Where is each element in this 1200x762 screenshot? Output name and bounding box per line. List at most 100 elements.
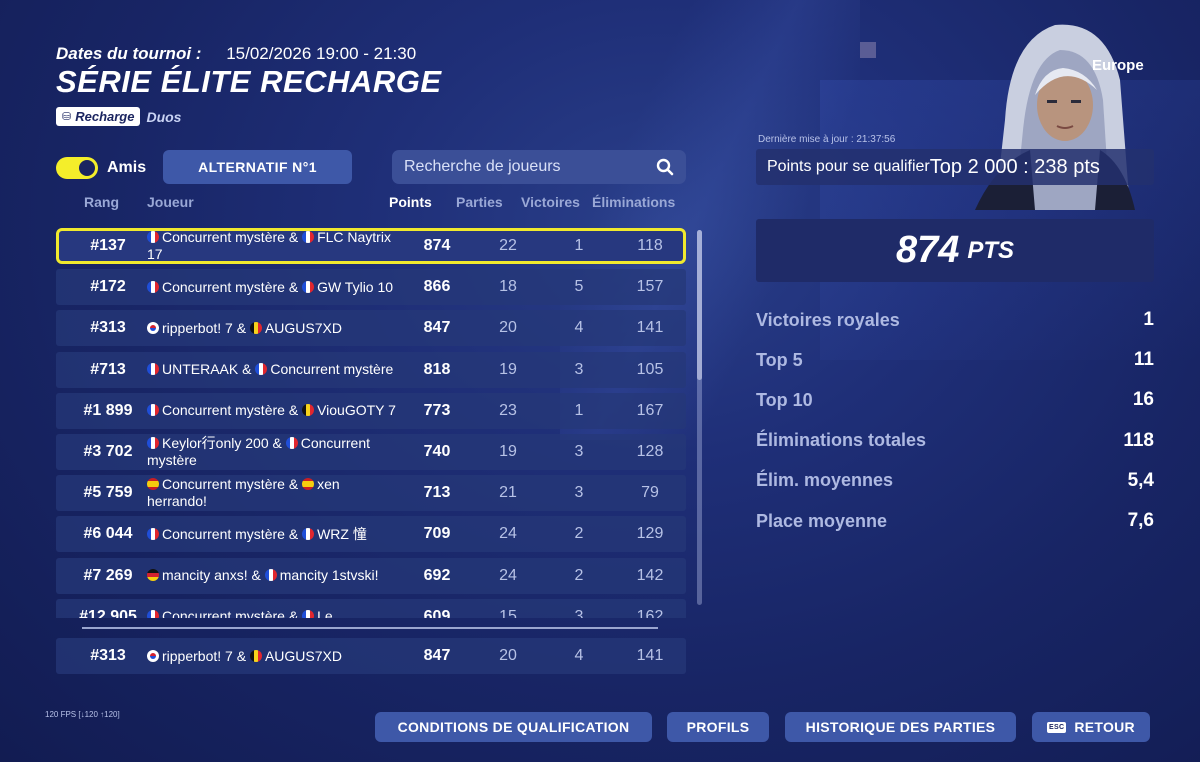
rank-cell: #313: [90, 319, 126, 337]
elims-cell: 118: [637, 237, 663, 254]
rank-cell: #5 759: [83, 484, 133, 502]
match-history-button[interactable]: HISTORIQUE DES PARTIES: [785, 712, 1016, 742]
table-row[interactable]: #3 702 Keylor行only 200 & Concurrent mystè…: [56, 434, 686, 470]
table-row[interactable]: #313 ripperbot! 7 & AUGUS7XD 847 20 4 141: [56, 310, 686, 347]
flag-icon: [302, 280, 315, 293]
player-cell: Concurrent mystère & WRZ 憧: [147, 516, 397, 552]
table-row[interactable]: #1 899 Concurrent mystère & ViouGOTY 7 773…: [56, 392, 686, 429]
table-row[interactable]: #137 Concurrent mystère & FLC Naytrix 17 8…: [56, 228, 686, 264]
col-elims[interactable]: Éliminations: [592, 194, 675, 210]
wins-cell: 2: [574, 566, 584, 584]
friends-label: Amis: [107, 159, 147, 176]
wins-cell: 4: [574, 647, 584, 664]
decorative-square: [860, 42, 876, 58]
wins-cell: 3: [574, 443, 584, 460]
dates-label: Dates du tournoi :: [56, 44, 202, 63]
my-team-row[interactable]: #313 ripperbot! 7 & AUGUS7XD 847 20 4 141: [56, 638, 686, 674]
player-search-input[interactable]: Recherche de joueurs: [392, 150, 686, 184]
bag-icon: ⛁: [62, 111, 72, 123]
flag-icon: [147, 363, 159, 376]
player-name: Concurrent mystère: [162, 476, 285, 493]
elims-cell: 157: [636, 278, 664, 296]
stat-label: Victoires royales: [756, 309, 900, 330]
flag-icon: [302, 527, 315, 540]
player-name: AUGUS7XD: [264, 319, 342, 336]
player-name: Concurrent mystère: [162, 278, 285, 295]
rank-cell: #6 044: [83, 525, 133, 543]
score-box: 874 PTS: [756, 219, 1154, 282]
stat-row: Victoires royales 1: [756, 308, 1154, 332]
player-cell: Concurrent mystère & GW Tylio 10: [147, 269, 397, 305]
flag-icon: [147, 437, 159, 449]
player-name: ViouGOTY 7: [317, 402, 396, 419]
player-cell: UNTERAAK & Concurrent mystère: [147, 352, 397, 388]
points-cell: 740: [423, 443, 451, 460]
wins-cell: 3: [574, 607, 584, 618]
flag-icon: [147, 569, 159, 582]
player-separator: &: [284, 525, 303, 542]
elims-cell: 167: [636, 401, 664, 419]
flag-icon: [147, 610, 159, 618]
scrollbar-thumb[interactable]: [697, 230, 702, 380]
table-row[interactable]: #172 Concurrent mystère & GW Tylio 10 866 1…: [56, 269, 686, 306]
friends-toggle[interactable]: [56, 157, 98, 179]
matches-cell: 20: [499, 647, 517, 664]
col-wins[interactable]: Victoires: [521, 194, 580, 210]
player-name: GW Tylio 10: [317, 278, 394, 295]
points-cell: 773: [423, 401, 451, 419]
table-row[interactable]: #713 UNTERAAK & Concurrent mystère 818 19 3 1…: [56, 351, 686, 388]
qualification-conditions-button[interactable]: CONDITIONS DE QUALIFICATION: [375, 712, 652, 742]
rank-cell: #7 269: [83, 566, 133, 584]
elims-cell: 142: [636, 566, 664, 584]
elims-cell: 141: [636, 647, 664, 664]
elims-cell: 128: [636, 443, 664, 460]
mode-subtitle: Duos: [146, 108, 182, 125]
table-row[interactable]: #5 759 Concurrent mystère & xen herrando!…: [56, 475, 686, 512]
stat-label: Place moyenne: [756, 510, 888, 531]
stat-label: Éliminations totales: [756, 430, 927, 451]
matches-cell: 22: [499, 237, 517, 254]
leaderboard-list[interactable]: #137 Concurrent mystère & FLC Naytrix 17 8…: [56, 228, 686, 618]
flag-icon: [285, 437, 298, 449]
player-name: Keylor行only 200: [162, 435, 269, 451]
player-separator: &: [284, 402, 303, 419]
col-points[interactable]: Points: [389, 194, 432, 210]
table-row[interactable]: #6 044 Concurrent mystère & WRZ 憧 709 24 2 12…: [56, 516, 686, 553]
matches-cell: 24: [499, 525, 517, 543]
toggle-knob: [79, 160, 95, 176]
stat-label: Top 10: [756, 389, 813, 410]
points-cell: 692: [423, 566, 451, 584]
col-player: Joueur: [147, 194, 194, 210]
page-title: SÉRIE ÉLITE RECHARGE: [56, 64, 442, 99]
table-row[interactable]: #12 905 Concurrent mystère & Le 609 15 3 162: [56, 598, 686, 618]
col-matches[interactable]: Parties: [456, 194, 503, 210]
points-cell: 709: [423, 525, 451, 543]
stat-value: 16: [1132, 389, 1154, 411]
search-icon[interactable]: [656, 158, 674, 176]
fps-counter: 120 FPS [↓120 ↑120]: [45, 710, 120, 719]
player-name: mancity anxs!: [162, 567, 248, 584]
back-button-label: RETOUR: [1074, 719, 1135, 735]
player-name: AUGUS7XD: [264, 647, 342, 664]
flag-icon: [147, 478, 159, 491]
table-row[interactable]: #7 269 mancity anxs! & mancity 1stvski! 69…: [56, 557, 686, 594]
player-cell: mancity anxs! & mancity 1stvski!: [147, 558, 397, 594]
flag-icon: [255, 363, 268, 376]
qualify-box: Points pour se qualifier Top 2 000 : 238…: [756, 149, 1154, 185]
flag-icon: [147, 321, 159, 334]
player-name: ripperbot! 7: [162, 319, 233, 336]
player-name: WRZ 憧: [317, 525, 367, 542]
mode-badge-label: Recharge: [75, 109, 135, 124]
stat-row: Place moyenne 7,6: [756, 509, 1154, 533]
player-cell: Concurrent mystère & ViouGOTY 7: [147, 393, 397, 429]
rank-cell: #313: [90, 647, 126, 664]
rank-cell: #137: [90, 237, 126, 254]
flag-icon: [147, 404, 159, 417]
back-button[interactable]: ESC RETOUR: [1032, 712, 1150, 742]
stat-value: 5,4: [1127, 469, 1154, 491]
player-cell: ripperbot! 7 & AUGUS7XD: [147, 638, 397, 674]
profiles-button[interactable]: PROFILS: [667, 712, 769, 742]
alternate-button[interactable]: ALTERNATIF N°1: [163, 150, 352, 184]
stat-row: Éliminations totales 118: [756, 429, 1154, 453]
rank-cell: #713: [90, 360, 126, 378]
